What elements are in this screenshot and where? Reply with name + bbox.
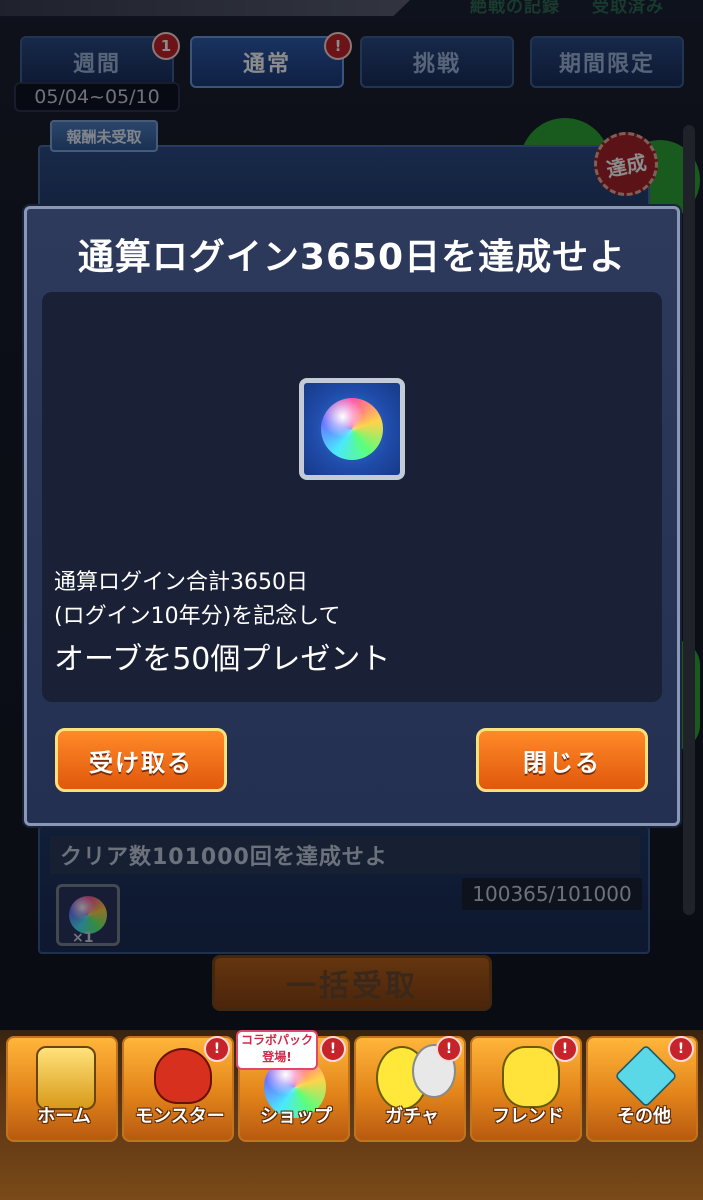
nav-friend-label: フレンド — [492, 1106, 564, 1127]
nav-other-label: その他 — [617, 1106, 671, 1127]
nav-home-label: ホーム — [37, 1106, 91, 1127]
reward-description-line3: オーブを50個プレゼント — [54, 642, 391, 677]
close-button[interactable]: 閉じる — [476, 728, 648, 792]
home-icon — [36, 1046, 96, 1110]
nav-gacha-label: ガチャ — [385, 1106, 439, 1127]
nav-shop-label: ショップ — [260, 1106, 332, 1127]
reward-item-frame — [299, 378, 405, 480]
dialog-title: 通算ログイン3650日を達成せよ — [77, 237, 627, 278]
nav-home[interactable]: ホーム — [6, 1036, 118, 1142]
monster-icon — [154, 1048, 212, 1104]
reward-description-line1: 通算ログイン合計3650日 — [54, 570, 308, 595]
nav-monster-alert: ! — [204, 1036, 230, 1062]
nav-other-alert: ! — [668, 1036, 694, 1062]
reward-description-line2: (ログイン10年分)を記念して — [54, 604, 341, 629]
collab-pack-banner: コラボパック 登場! — [236, 1030, 318, 1070]
nav-monster-label: モンスター — [135, 1106, 225, 1127]
nav-shop-alert: ! — [320, 1036, 346, 1062]
rainbow-orb-icon — [321, 398, 383, 460]
friend-icon — [502, 1046, 560, 1108]
nav-friend-alert: ! — [552, 1036, 578, 1062]
nav-gacha-alert: ! — [436, 1036, 462, 1062]
collab-pack-text: コラボパック 登場! — [240, 1033, 313, 1064]
receive-button[interactable]: 受け取る — [55, 728, 227, 792]
